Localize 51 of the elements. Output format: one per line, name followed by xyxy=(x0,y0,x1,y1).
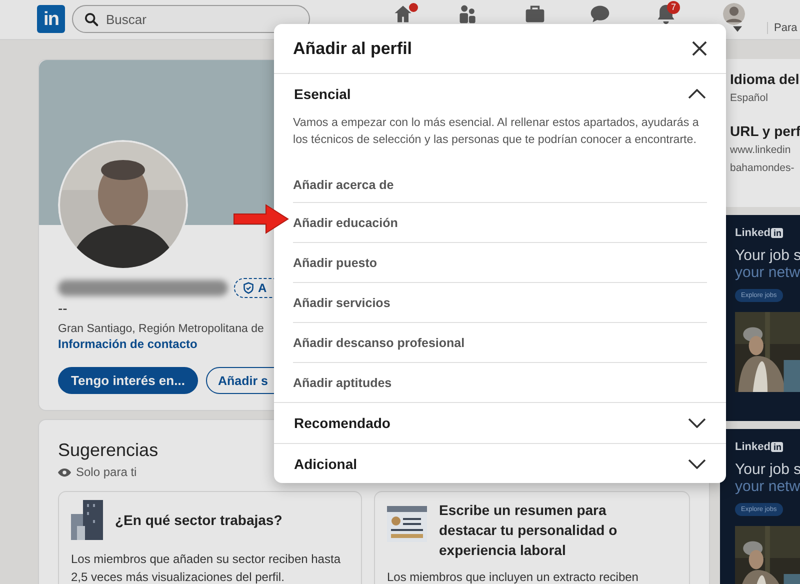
ad-logo-text: Linked xyxy=(735,441,770,453)
bell-icon[interactable]: 7 xyxy=(655,3,677,25)
profile-summary-icon xyxy=(387,504,427,544)
eye-icon xyxy=(58,468,71,476)
suggestion-card[interactable]: ¿En qué sector trabajas? Los miembros que añaden su sector reciben hasta 2,5 veces más visualizaciones del perfil. xyxy=(58,491,362,584)
add-section-item[interactable]: Añadir aptitudes xyxy=(293,362,707,402)
suggestion-card[interactable]: Escribe un resumen para destacar tu personalidad o experiencia laboral Los miembros que incluyen un extracto reciben xyxy=(374,491,690,584)
logo-icon: in xyxy=(771,228,784,238)
ad-headline: your netw xyxy=(735,478,800,495)
section-header[interactable]: Esencial xyxy=(274,74,726,114)
contact-info-link[interactable]: Información de contacto xyxy=(58,337,198,351)
headline-text: -- xyxy=(58,300,68,318)
section-header[interactable]: Recomendado xyxy=(274,403,726,443)
close-icon[interactable] xyxy=(692,41,707,56)
chevron-up-icon xyxy=(688,89,706,99)
suggestion-text: Los miembros que añaden su sector reciben hasta 2,5 veces más visualizaciones del perfil. xyxy=(71,551,342,584)
section-header[interactable]: Adicional xyxy=(274,444,726,483)
sidebar-heading: Idioma del xyxy=(730,71,800,87)
add-section-item[interactable]: Añadir acerca de xyxy=(293,168,707,202)
add-section-item[interactable]: Añadir servicios xyxy=(293,282,707,322)
sidebar-text: Español xyxy=(730,91,769,105)
shield-icon xyxy=(243,282,254,294)
section-title: Sugerencias xyxy=(58,440,158,461)
dialog-title: Añadir al perfil xyxy=(293,38,412,58)
ad-headline: your netw xyxy=(735,264,800,281)
chevron-down-icon xyxy=(688,418,706,428)
add-section-item[interactable]: Añadir educación xyxy=(293,202,707,242)
sidebar-text: www.linkedin xyxy=(730,143,792,157)
section-description: Vamos a empezar con lo más esencial. Al rellenar estos apartados, ayudarás a los técnicos de selección y las personas que te podrían conocer a encontrarte. xyxy=(293,115,700,148)
location-text: Gran Santiago, Región Metropolitana de xyxy=(58,323,264,335)
briefcase-icon[interactable] xyxy=(524,3,546,25)
add-section-item[interactable]: Añadir puesto xyxy=(293,242,707,282)
visibility-note: Solo para ti xyxy=(76,465,137,479)
notification-count: 7 xyxy=(667,1,680,14)
logo-icon: in xyxy=(771,442,784,452)
open-to-button[interactable]: Tengo interés en... xyxy=(58,367,198,394)
pointer-arrow xyxy=(232,203,290,235)
business-label[interactable]: Para xyxy=(767,22,798,34)
add-section-item[interactable]: Añadir descanso profesional xyxy=(293,322,707,362)
chat-icon[interactable] xyxy=(589,3,611,25)
sidebar-text: bahamondes- xyxy=(730,161,796,175)
search-icon xyxy=(84,12,99,27)
suggestion-title: ¿En qué sector trabajas? xyxy=(115,511,282,530)
buildings-icon xyxy=(71,500,103,540)
avatar-icon[interactable] xyxy=(723,3,745,25)
suggestion-title: Escribe un resumen para destacar tu personalidad o experiencia laboral xyxy=(439,501,618,560)
ad-logo-text: Linked xyxy=(735,227,770,239)
search-field[interactable]: Buscar xyxy=(72,5,310,33)
chevron-down-icon xyxy=(688,459,706,469)
logo-icon[interactable]: in xyxy=(37,5,65,33)
suggestion-text: Los miembros que incluyen un extracto reciben xyxy=(387,569,640,584)
